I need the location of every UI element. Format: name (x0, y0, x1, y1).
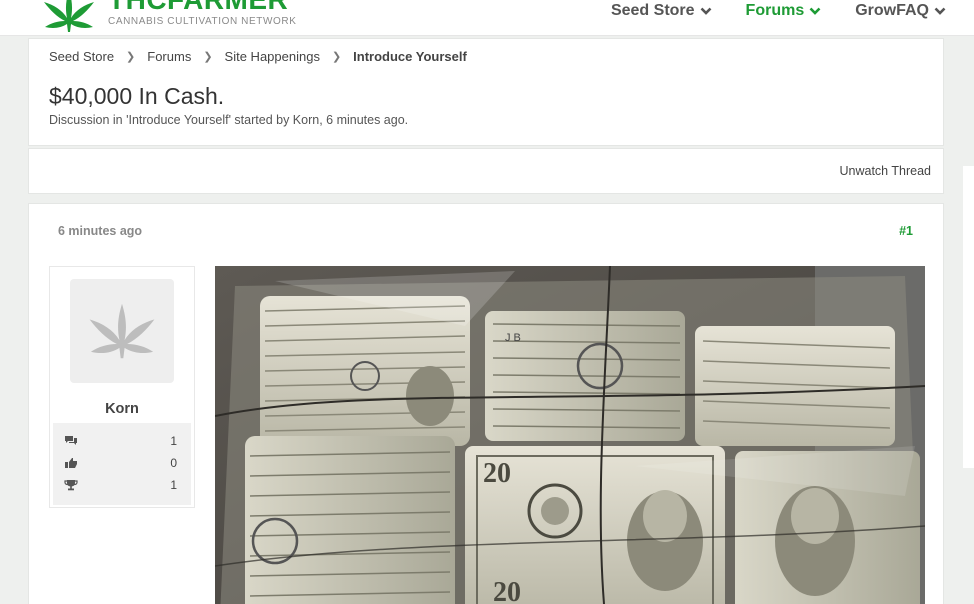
nav-forums-label: Forums (745, 2, 805, 19)
cannabis-leaf-icon (89, 303, 155, 359)
logo-tagline: CANNABIS CULTIVATION NETWORK (108, 16, 297, 27)
chevron-down-icon (809, 7, 821, 15)
post-author-panel: Korn 1 0 1 (49, 266, 195, 508)
breadcrumb-forums[interactable]: Forums (147, 49, 191, 64)
comments-icon (65, 436, 77, 445)
cannabis-leaf-icon (44, 0, 94, 32)
chevron-right-icon: ❯ (331, 51, 342, 63)
trophy-icon (64, 480, 78, 491)
chevron-down-icon (934, 7, 946, 15)
stat-likes: 0 (53, 453, 191, 473)
author-stats: 1 0 1 (53, 423, 191, 505)
bill-denomination-text: 20 (493, 577, 521, 604)
post-author-name[interactable]: Korn (50, 401, 194, 417)
stat-messages: 1 (53, 431, 191, 451)
post-timestamp[interactable]: 6 minutes ago (58, 224, 142, 238)
stat-messages-value: 1 (170, 434, 177, 448)
post-image-cash-bundles[interactable]: J B 20 20 (215, 266, 925, 604)
breadcrumb: Seed Store ❯ Forums ❯ Site Happenings ❯ … (49, 49, 467, 64)
chevron-right-icon: ❯ (126, 51, 136, 63)
sidebar-edge (963, 166, 974, 468)
thread-header-card: Seed Store ❯ Forums ❯ Site Happenings ❯ … (28, 38, 944, 146)
site-logo[interactable]: THCFARMER CANNABIS CULTIVATION NETWORK (42, 0, 296, 34)
nav-forums[interactable]: Forums (746, 2, 822, 20)
bill-denomination-text: 20 (483, 458, 511, 489)
thread-title: $40,000 In Cash. (49, 83, 225, 109)
breadcrumb-introduce-yourself[interactable]: Introduce Yourself (353, 49, 467, 64)
nav-seed-store-label: Seed Store (610, 2, 695, 19)
thread-tools-bar: Unwatch Thread (28, 148, 944, 194)
stat-trophies: 1 (53, 475, 191, 495)
avatar[interactable] (70, 279, 174, 383)
thread-subtitle: Discussion in 'Introduce Yourself' start… (49, 113, 409, 127)
nav-growfaq-label: GrowFAQ (855, 2, 929, 19)
chevron-right-icon: ❯ (203, 51, 213, 63)
post-card: 6 minutes ago #1 Korn 1 0 1 J B 20 20 (28, 203, 944, 604)
cash-photo: J B 20 20 (215, 266, 925, 604)
main-nav: Seed Store Forums GrowFAQ (611, 0, 946, 22)
thumbs-up-icon (65, 458, 77, 468)
top-navigation-bar: THCFARMER CANNABIS CULTIVATION NETWORK S… (0, 0, 974, 36)
nav-growfaq[interactable]: GrowFAQ (855, 2, 946, 20)
post-permalink[interactable]: #1 (899, 224, 913, 238)
stat-trophies-value: 1 (170, 478, 177, 492)
chevron-down-icon (700, 7, 711, 15)
logo-text-farmer: FARMER (167, 0, 288, 15)
logo-wordmark: THCFARMER (108, 0, 288, 16)
logo-text-thc: THC (108, 0, 167, 15)
breadcrumb-site-happenings[interactable]: Site Happenings (225, 49, 320, 64)
breadcrumb-seed-store[interactable]: Seed Store (49, 49, 114, 64)
nav-seed-store[interactable]: Seed Store (611, 2, 712, 20)
bill-serial-text: J B (505, 332, 521, 344)
stat-likes-value: 0 (170, 456, 177, 470)
unwatch-thread-link[interactable]: Unwatch Thread (840, 164, 932, 178)
